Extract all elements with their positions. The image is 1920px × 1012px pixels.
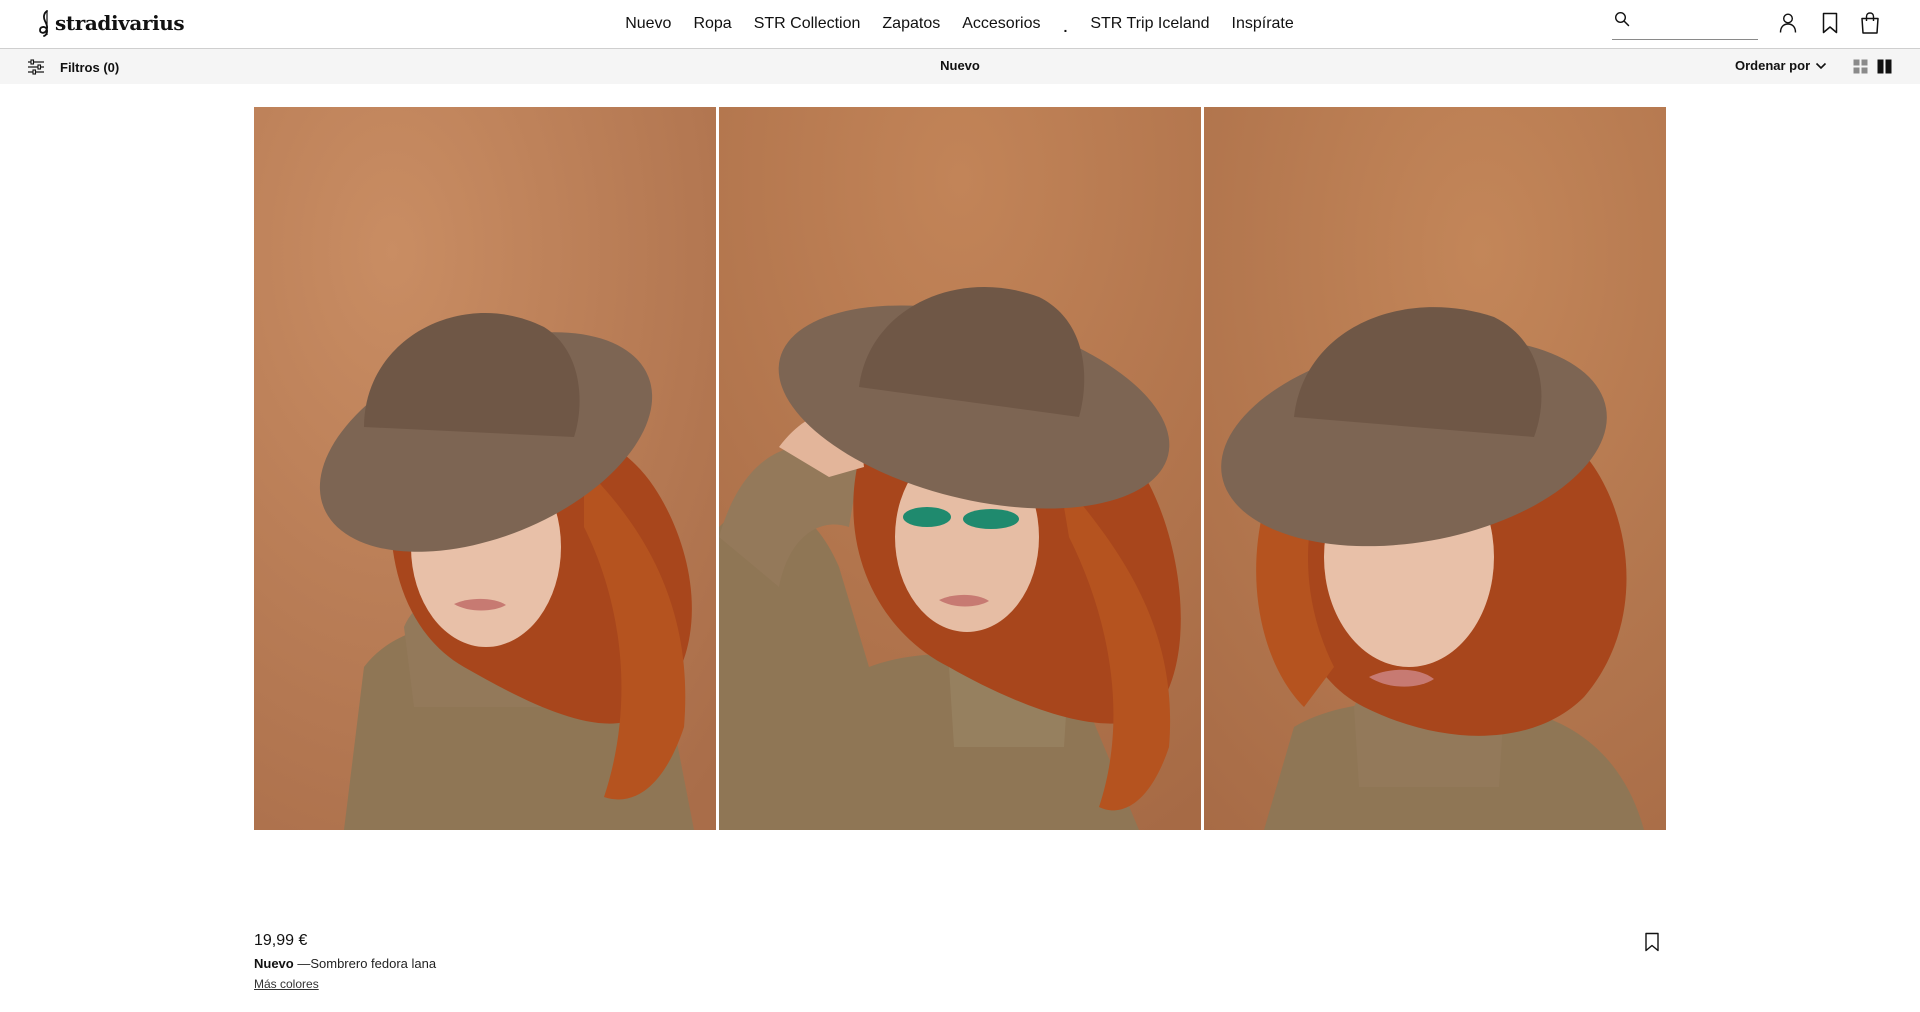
filters-button[interactable]: Filtros (0) bbox=[27, 57, 119, 77]
product-photo-3[interactable] bbox=[1204, 107, 1666, 830]
product-photo-2[interactable] bbox=[719, 107, 1201, 830]
search-box[interactable] bbox=[1612, 8, 1758, 40]
category-title: Nuevo bbox=[940, 58, 980, 73]
brand-logo[interactable]: stradivarius bbox=[38, 8, 185, 38]
bookmark-icon bbox=[1645, 932, 1659, 952]
cart-button[interactable] bbox=[1858, 11, 1882, 35]
nav-item-ropa[interactable]: Ropa bbox=[682, 15, 742, 33]
grid-4-icon bbox=[1853, 59, 1868, 74]
chevron-down-icon bbox=[1816, 62, 1827, 69]
grid-2-icon bbox=[1877, 59, 1892, 74]
filter-toolbar: Filtros (0) Nuevo Ordenar por bbox=[0, 49, 1920, 84]
nav-item-zapatos[interactable]: Zapatos bbox=[871, 15, 951, 33]
sort-dropdown[interactable]: Ordenar por bbox=[1735, 58, 1827, 73]
search-input[interactable] bbox=[1636, 10, 1754, 30]
view-grid-2-button[interactable] bbox=[1877, 59, 1892, 74]
product-description[interactable]: Nuevo —Sombrero fedora lana bbox=[254, 956, 436, 971]
user-icon bbox=[1779, 13, 1797, 33]
model-photo-illustration bbox=[1204, 107, 1666, 830]
add-to-wishlist-button[interactable] bbox=[1643, 932, 1661, 952]
product-gallery[interactable] bbox=[254, 107, 1666, 830]
product-price: 19,99 € bbox=[254, 932, 308, 949]
product-photo-1[interactable] bbox=[254, 107, 716, 830]
nav-item-dot[interactable]: . bbox=[1051, 19, 1079, 35]
nav-item-inspirate[interactable]: Inspírate bbox=[1221, 15, 1305, 33]
filters-label: Filtros (0) bbox=[60, 59, 120, 75]
bookmark-icon bbox=[1822, 12, 1838, 34]
treble-clef-icon bbox=[39, 10, 48, 37]
view-grid-4-button[interactable] bbox=[1853, 59, 1868, 74]
model-photo-illustration bbox=[719, 107, 1201, 830]
sliders-icon bbox=[28, 59, 44, 75]
nav-item-str-collection[interactable]: STR Collection bbox=[743, 15, 872, 33]
shopping-bag-icon bbox=[1861, 12, 1879, 34]
more-colors-link[interactable]: Más colores bbox=[254, 977, 319, 991]
nav-item-str-trip-iceland[interactable]: STR Trip Iceland bbox=[1079, 15, 1220, 33]
new-badge: Nuevo bbox=[254, 956, 294, 971]
model-photo-illustration bbox=[254, 107, 716, 830]
sort-label: Ordenar por bbox=[1735, 58, 1811, 73]
wishlist-button[interactable] bbox=[1818, 11, 1842, 35]
account-button[interactable] bbox=[1776, 11, 1800, 35]
nav-item-nuevo[interactable]: Nuevo bbox=[614, 15, 682, 33]
brand-logo-text: stradivarius bbox=[55, 11, 185, 35]
nav-item-accesorios[interactable]: Accesorios bbox=[951, 15, 1051, 33]
search-icon[interactable] bbox=[1614, 11, 1630, 27]
top-header: stradivarius Nuevo Ropa STR Collection Z… bbox=[0, 0, 1920, 49]
product-name[interactable]: —Sombrero fedora lana bbox=[294, 956, 436, 971]
